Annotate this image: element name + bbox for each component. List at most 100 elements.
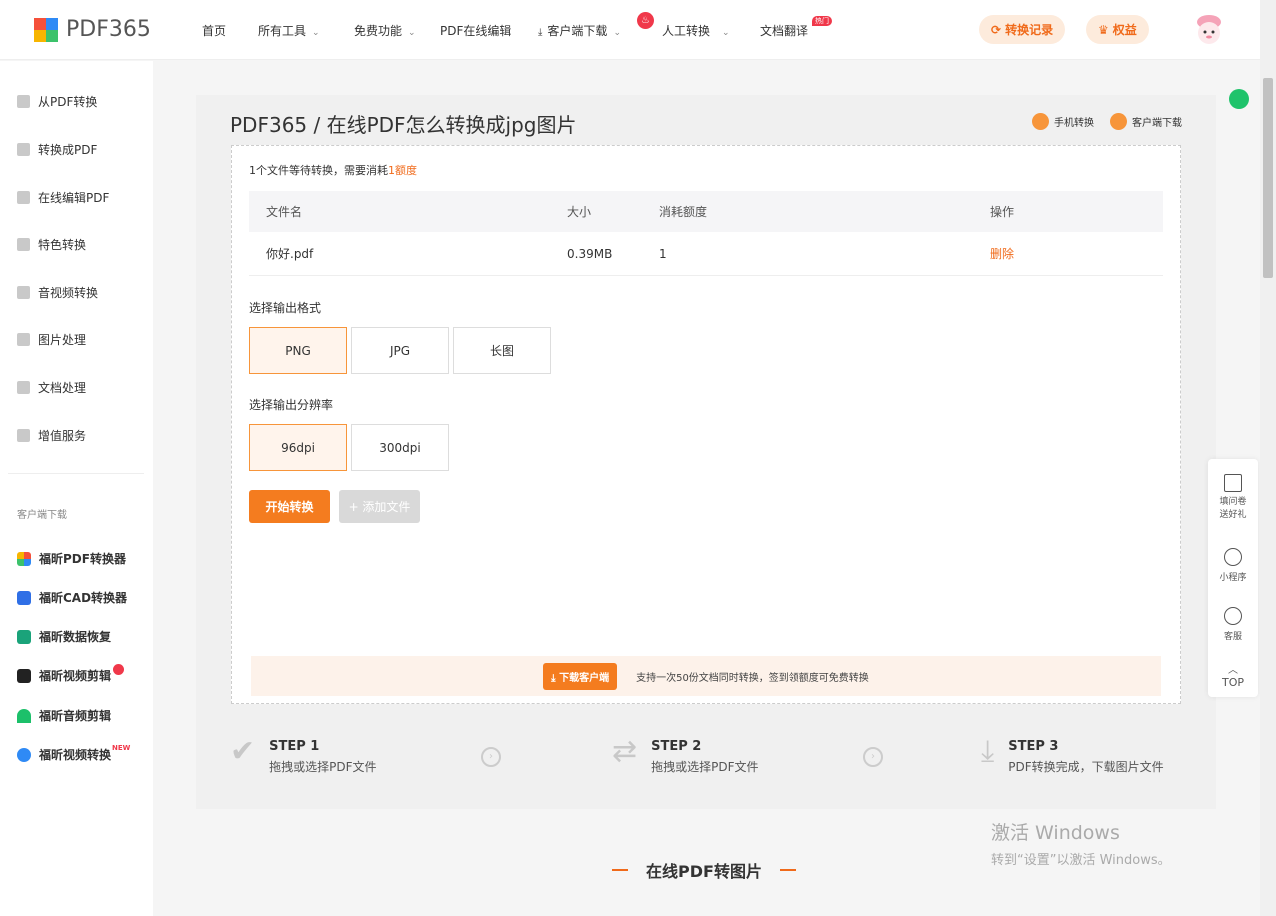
sidebar-item-image[interactable]: 图片处理 xyxy=(17,331,86,348)
nav-client-download[interactable]: ⤓ 客户端下载 ⌄ xyxy=(538,22,621,39)
download-icon xyxy=(1110,113,1127,130)
app-data-recovery[interactable]: 福昕数据恢复 xyxy=(17,628,111,645)
sidebar-item-value-added[interactable]: 增值服务 xyxy=(17,427,86,444)
recovery-icon xyxy=(17,629,31,644)
benefits-button[interactable]: ♛ 权益 xyxy=(1086,15,1149,44)
format-jpg[interactable]: JPG xyxy=(351,327,449,374)
format-png[interactable]: PNG xyxy=(249,327,347,374)
header: PDF365 首页 所有工具 ⌄ 免费功能 ⌄ PDF在线编辑 ⤓ 客户端下载 ⌄ ♨ … xyxy=(0,0,1260,60)
download-client-button[interactable]: ⤓ 下载客户端 xyxy=(543,662,618,690)
resolution-label: 选择输出分辨率 xyxy=(249,398,334,412)
list-icon xyxy=(17,429,30,442)
pdf-converter-icon xyxy=(17,551,31,566)
header-size: 大小 xyxy=(567,205,592,219)
logo-icon xyxy=(34,17,58,42)
banner-text: 支持一次50份文档同时转换，签到领额度可免费转换 xyxy=(636,672,869,684)
file-name: 你好.pdf xyxy=(266,247,314,261)
mini-program-button[interactable]: 小程序 xyxy=(1208,548,1258,583)
sidebar-item-to-pdf[interactable]: 转换成PDF xyxy=(17,141,97,158)
page-title: PDF365 / 在线PDF怎么转换成jpg图片 xyxy=(230,113,577,137)
app-cad-converter[interactable]: 福昕CAD转换器 xyxy=(17,589,127,606)
nav-manual-convert[interactable]: 人工转换 ⌄ xyxy=(662,22,730,39)
video-editor-icon xyxy=(17,668,31,683)
file-size: 0.39MB xyxy=(567,246,613,261)
pending-status: 1个文件等待转换，需要消耗1额度 xyxy=(249,164,417,177)
video-icon xyxy=(17,286,30,299)
history-button[interactable]: ⟳ 转换记录 xyxy=(979,15,1066,44)
format-long-image[interactable]: 长图 xyxy=(453,327,551,374)
phone-icon xyxy=(1032,113,1049,130)
chevron-down-icon: ⌄ xyxy=(722,28,730,38)
arrow-right-icon: › xyxy=(481,747,501,767)
swap-icon: ⇄ xyxy=(612,734,638,769)
step-1: ✔ STEP 1 拖拽或选择PDF文件 xyxy=(230,734,377,775)
delete-link[interactable]: 删除 xyxy=(990,245,1014,262)
nav-doc-translate[interactable]: 文档翻译 热门 xyxy=(760,16,832,39)
app-audio-editor[interactable]: 福昕音频剪辑 xyxy=(17,707,111,724)
nav-free-features[interactable]: 免费功能 ⌄ xyxy=(354,22,416,39)
header-filename: 文件名 xyxy=(266,205,303,219)
steps: ✔ STEP 1 拖拽或选择PDF文件 › ⇄ STEP 2 拖拽或选择PDF文件 … xyxy=(196,735,1216,795)
chevron-down-icon: ⌄ xyxy=(408,28,416,38)
back-to-top-button[interactable]: ︿ TOP xyxy=(1208,661,1258,689)
header-action: 操作 xyxy=(990,205,1015,219)
customer-service-button[interactable]: 客服 xyxy=(1208,607,1258,642)
app-pdf-converter[interactable]: 福昕PDF转换器 xyxy=(17,550,126,567)
format-label: 选择输出格式 xyxy=(249,301,322,315)
sidebar-item-special[interactable]: 特色转换 xyxy=(17,236,86,253)
avatar[interactable] xyxy=(1193,13,1225,47)
cad-icon xyxy=(17,590,31,605)
app-video-converter[interactable]: 福昕视频转换 NEW xyxy=(17,744,130,763)
logo[interactable]: PDF365 xyxy=(34,17,151,42)
hot-badge: 热门 xyxy=(812,16,832,26)
survey-icon xyxy=(1224,474,1242,492)
section-heading: 在线PDF转图片 xyxy=(612,858,814,882)
audio-icon xyxy=(17,708,31,723)
sidebar-item-edit-pdf[interactable]: 在线编辑PDF xyxy=(17,189,109,206)
start-convert-button[interactable]: 开始转换 xyxy=(249,490,330,523)
crown-icon: ♛ xyxy=(1098,22,1109,37)
sidebar-item-from-pdf[interactable]: 从PDF转换 xyxy=(17,93,97,110)
nav-pdf-edit[interactable]: PDF在线编辑 xyxy=(440,22,511,39)
resolution-96dpi[interactable]: 96dpi xyxy=(249,424,347,471)
mobile-convert-link[interactable]: 手机转换 xyxy=(1032,113,1094,130)
dash-right xyxy=(779,869,796,871)
scrollbar[interactable] xyxy=(1260,0,1276,916)
assistant-icon[interactable] xyxy=(1229,89,1249,109)
chevron-down-icon: ⌄ xyxy=(613,28,621,38)
chevron-up-icon: ︿ xyxy=(1228,665,1238,676)
survey-button[interactable]: 填问卷送好礼 xyxy=(1208,474,1258,522)
convert-icon xyxy=(17,143,30,156)
logo-text: PDF365 xyxy=(66,17,151,42)
sidebar-item-av[interactable]: 音视频转换 xyxy=(17,284,98,301)
arrow-right-icon: › xyxy=(863,747,883,767)
mini-program-icon xyxy=(1224,548,1242,566)
app-video-editor[interactable]: 福昕视频剪辑 xyxy=(17,664,125,684)
fire-icon xyxy=(113,664,125,675)
document-icon xyxy=(17,381,30,394)
table-row: 你好.pdf 0.39MB 1 删除 xyxy=(249,232,1163,276)
check-icon: ✔ xyxy=(230,734,256,769)
download-icon: ⤓ xyxy=(981,734,995,769)
table-header: 文件名 大小 消耗额度 操作 xyxy=(249,191,1163,232)
top-links: 手机转换 客户端下载 xyxy=(1032,113,1182,130)
add-file-button[interactable]: + 添加文件 xyxy=(339,490,420,523)
nav-all-tools[interactable]: 所有工具 ⌄ xyxy=(258,22,320,39)
step-3: ⤓ STEP 3 PDF转换完成，下载图片文件 xyxy=(981,734,1164,775)
sidebar-item-document[interactable]: 文档处理 xyxy=(17,379,86,396)
dash-left xyxy=(612,869,628,871)
avatar-icon xyxy=(1197,15,1221,44)
fire-icon: ♨ xyxy=(637,12,654,29)
section-title: 客户端下载 xyxy=(17,510,67,521)
nav-home[interactable]: 首页 xyxy=(202,22,226,39)
image-icon xyxy=(17,333,30,346)
resolution-300dpi[interactable]: 300dpi xyxy=(351,424,449,471)
shield-icon xyxy=(17,238,30,251)
edit-icon xyxy=(17,191,30,204)
sidebar: 从PDF转换 转换成PDF 在线编辑PDF 特色转换 音视频转换 图片处理 文档… xyxy=(0,61,153,916)
step-2: ⇄ STEP 2 拖拽或选择PDF文件 xyxy=(612,734,759,775)
headset-icon xyxy=(1224,607,1242,625)
scroll-thumb[interactable] xyxy=(1263,78,1273,278)
client-download-link[interactable]: 客户端下载 xyxy=(1110,113,1182,130)
download-icon: ⤓ xyxy=(551,672,560,684)
